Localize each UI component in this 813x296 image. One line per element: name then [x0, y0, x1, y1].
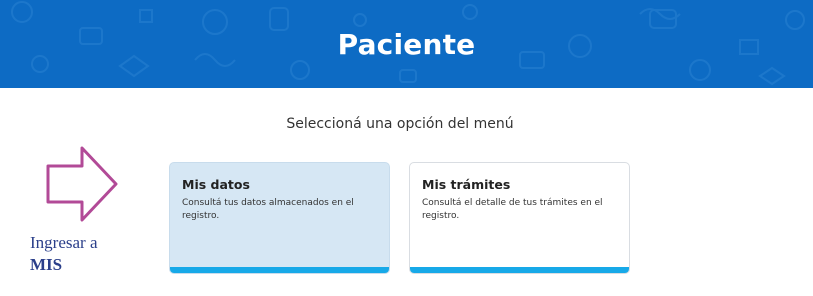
annotation-note: Ingresar a MIS: [30, 232, 150, 276]
annotation-line-2: MIS: [30, 255, 63, 274]
card-mis-datos[interactable]: Mis datos Consultá tus datos almacenados…: [169, 162, 390, 274]
page-header: Paciente: [0, 0, 813, 88]
card-accent-bar: [170, 267, 389, 273]
card-description: Consultá tus datos almacenados en el reg…: [182, 198, 354, 221]
card-description: Consultá el detalle de tus trámites en e…: [422, 198, 603, 221]
card-title: Mis trámites: [422, 177, 511, 192]
menu-instruction: Seleccioná una opción del menú: [286, 116, 514, 132]
card-mis-tramites[interactable]: Mis trámites Consultá el detalle de tus …: [409, 162, 630, 274]
card-title: Mis datos: [182, 177, 250, 192]
page-title: Paciente: [337, 27, 476, 61]
annotation-line-1: Ingresar a: [30, 233, 98, 252]
card-accent-bar: [410, 267, 629, 273]
right-arrow-icon: [46, 146, 118, 222]
